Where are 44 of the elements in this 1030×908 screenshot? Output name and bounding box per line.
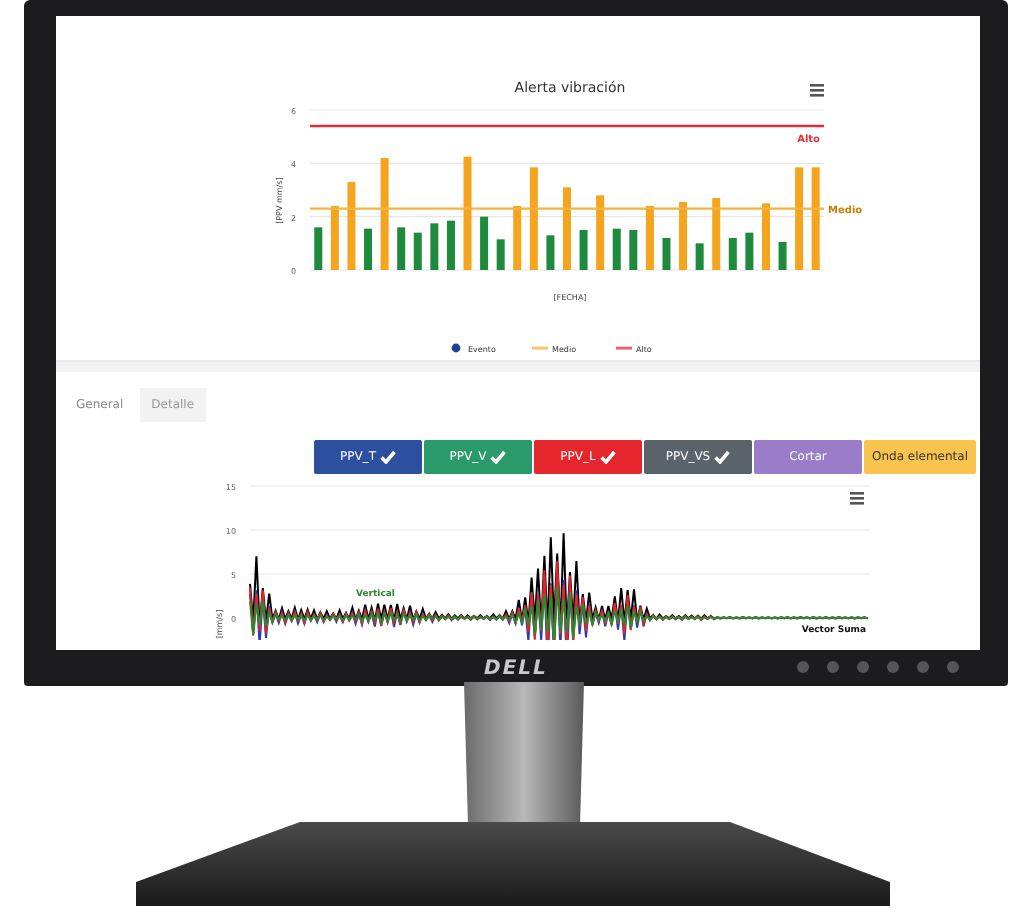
monitor-button-icon — [886, 660, 900, 674]
bar — [745, 232, 754, 270]
bar — [612, 228, 621, 270]
bar — [629, 230, 638, 270]
bar — [529, 167, 538, 270]
bar — [645, 206, 654, 270]
bar — [330, 206, 339, 270]
menu-icon[interactable] — [810, 84, 824, 97]
brand-logo: DELL — [484, 657, 548, 679]
monitor-button-icon — [856, 660, 870, 674]
bar — [679, 202, 688, 270]
monitor-button-icon — [946, 660, 960, 674]
bar — [761, 203, 770, 270]
check-icon — [714, 450, 731, 464]
bar — [811, 167, 820, 270]
bar — [662, 238, 671, 270]
bar — [480, 216, 489, 270]
bar — [579, 230, 588, 270]
bar — [446, 220, 455, 270]
bar — [413, 232, 422, 270]
monitor-button-icon — [826, 660, 840, 674]
check-icon — [380, 450, 396, 464]
check-icon — [490, 450, 507, 464]
bar — [778, 242, 787, 270]
bar — [695, 243, 704, 270]
menu-icon[interactable] — [850, 492, 864, 505]
bar — [513, 206, 522, 270]
monitor-button-icon — [916, 660, 930, 674]
bar — [364, 228, 373, 270]
bar — [347, 182, 356, 270]
bar — [546, 235, 555, 270]
bar — [397, 227, 406, 270]
bar — [563, 187, 571, 270]
bar — [496, 239, 505, 270]
bar — [430, 223, 439, 270]
bar — [380, 158, 389, 270]
bar — [795, 167, 804, 270]
check-icon — [599, 450, 616, 464]
bar — [728, 238, 737, 270]
bar — [463, 156, 472, 270]
bar — [712, 198, 721, 270]
monitor-button-icon — [796, 660, 810, 674]
bar — [596, 195, 605, 270]
bar — [314, 227, 323, 270]
